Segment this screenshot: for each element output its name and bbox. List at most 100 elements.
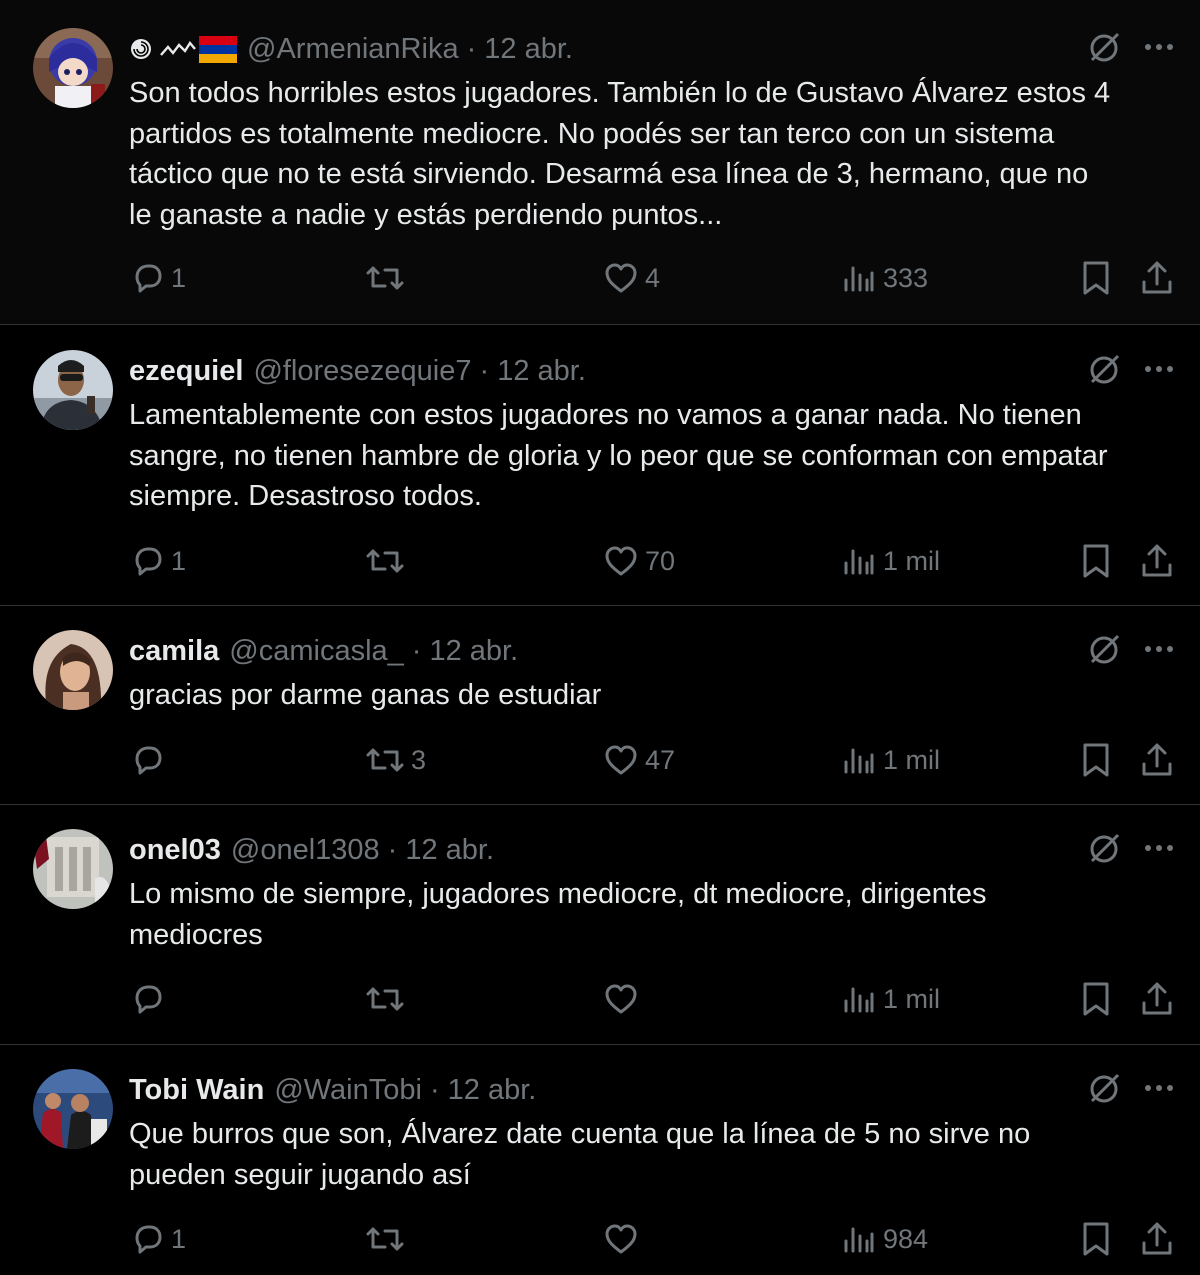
tweet[interactable]: ezequiel @floresezequie7 · 12 abr. Lamen… <box>0 325 1200 606</box>
grok-icon[interactable] <box>1088 831 1122 865</box>
avatar[interactable] <box>33 829 113 909</box>
more-icon[interactable] <box>1144 43 1174 51</box>
like-button[interactable]: 47 <box>603 740 675 780</box>
reply-count: 1 <box>171 1223 187 1254</box>
reply-count: 1 <box>171 262 187 293</box>
retweet-icon <box>366 1227 404 1251</box>
reply-icon <box>135 1225 162 1254</box>
timestamp[interactable]: 12 abr. <box>484 30 573 68</box>
share-button[interactable] <box>1140 1219 1174 1259</box>
retweet-button[interactable] <box>365 541 411 581</box>
separator-dot: · <box>466 33 477 65</box>
separator-dot: · <box>479 355 490 387</box>
view-count: 1 mil <box>883 983 941 1014</box>
retweet-button[interactable] <box>365 979 411 1019</box>
tweet-text: Lamentablemente con estos jugadores no v… <box>129 399 1108 512</box>
views-icon <box>844 1227 874 1253</box>
heart-icon <box>605 1224 637 1254</box>
views-button[interactable]: 1 mil <box>841 541 940 581</box>
like-button[interactable] <box>603 1219 645 1259</box>
reply-button[interactable] <box>129 740 171 780</box>
retweet-count: 3 <box>411 744 427 775</box>
avatar[interactable] <box>33 630 113 710</box>
reply-icon <box>135 547 162 576</box>
display-name[interactable]: Tobi Wain <box>129 1071 264 1109</box>
heart-icon <box>605 984 637 1014</box>
tweet-header: ezequiel @floresezequie7 · 12 abr. <box>129 352 586 390</box>
avatar[interactable] <box>33 350 113 430</box>
tweet-actions: 3 47 1 mil <box>129 740 1174 780</box>
share-button[interactable] <box>1140 541 1174 581</box>
tweet-actions: 1 4 333 <box>129 258 1174 298</box>
bookmark-button[interactable] <box>1080 1219 1112 1259</box>
tweet-top-icons <box>1088 1071 1174 1105</box>
retweet-icon <box>366 549 404 573</box>
bookmark-button[interactable] <box>1080 541 1112 581</box>
display-name[interactable]: camila <box>129 632 219 670</box>
share-icon <box>1142 743 1172 776</box>
like-button[interactable]: 70 <box>603 541 675 581</box>
grok-icon[interactable] <box>1088 1071 1122 1105</box>
separator-dot: · <box>387 834 398 866</box>
heart-icon <box>605 745 637 775</box>
view-count: 333 <box>883 262 929 293</box>
retweet-icon <box>366 987 404 1011</box>
timestamp[interactable]: 12 abr. <box>448 1071 537 1109</box>
more-icon[interactable] <box>1144 365 1174 373</box>
like-button[interactable] <box>603 979 645 1019</box>
views-button[interactable]: 1 mil <box>841 979 940 1019</box>
bookmark-button[interactable] <box>1080 258 1112 298</box>
like-button[interactable]: 4 <box>603 258 660 298</box>
reply-icon <box>135 746 162 775</box>
timestamp[interactable]: 12 abr. <box>497 352 586 390</box>
bookmark-button[interactable] <box>1080 740 1112 780</box>
more-icon[interactable] <box>1144 1084 1174 1092</box>
share-icon <box>1142 544 1172 577</box>
views-button[interactable]: 1 mil <box>841 740 940 780</box>
more-icon[interactable] <box>1144 844 1174 852</box>
tweet[interactable]: camila @camicasla_ · 12 abr. gracias por… <box>0 606 1200 805</box>
tweet[interactable]: Tobi Wain @WainTobi · 12 abr. Que burros… <box>0 1045 1200 1275</box>
views-button[interactable]: 984 <box>841 1219 928 1259</box>
retweet-button[interactable] <box>365 1219 411 1259</box>
timestamp[interactable]: 12 abr. <box>429 632 518 670</box>
retweet-button[interactable] <box>365 258 411 298</box>
user-handle[interactable]: @onel1308 <box>231 831 380 869</box>
grok-icon[interactable] <box>1088 352 1122 386</box>
tweet-text: Que burros que son, Álvarez date cuenta … <box>129 1118 1031 1191</box>
more-icon[interactable] <box>1144 645 1174 653</box>
share-button[interactable] <box>1140 258 1174 298</box>
user-handle[interactable]: @floresezequie7 <box>253 352 471 390</box>
tweet[interactable]: @ArmenianRika · 12 abr. Son todos horrib… <box>0 0 1200 325</box>
tweet[interactable]: onel03 @onel1308 · 12 abr. Lo mismo de s… <box>0 805 1200 1045</box>
spiral-icon <box>131 39 151 59</box>
bookmark-icon <box>1083 1222 1109 1256</box>
heart-icon <box>605 546 637 576</box>
avatar[interactable] <box>33 1069 113 1149</box>
tweet-actions: 1 mil <box>129 979 1174 1019</box>
bookmark-button[interactable] <box>1080 979 1112 1019</box>
reply-button[interactable]: 1 <box>129 1219 186 1259</box>
share-button[interactable] <box>1140 979 1174 1019</box>
tweet-text: Son todos horribles estos jugadores. Tam… <box>129 77 1111 231</box>
reply-button[interactable]: 1 <box>129 258 186 298</box>
bookmark-icon <box>1083 544 1109 578</box>
share-button[interactable] <box>1140 740 1174 780</box>
display-name[interactable]: onel03 <box>129 831 221 869</box>
reply-button[interactable] <box>129 979 171 1019</box>
view-count: 1 mil <box>883 545 941 576</box>
reply-feed: @ArmenianRika · 12 abr. Son todos horrib… <box>0 0 1200 1275</box>
display-name[interactable]: ezequiel <box>129 352 243 390</box>
user-handle[interactable]: @ArmenianRika <box>247 30 459 68</box>
user-handle[interactable]: @camicasla_ <box>229 632 404 670</box>
user-handle[interactable]: @WainTobi <box>274 1071 422 1109</box>
reply-button[interactable]: 1 <box>129 541 186 581</box>
timestamp[interactable]: 12 abr. <box>405 831 494 869</box>
views-icon <box>844 987 874 1013</box>
retweet-button[interactable]: 3 <box>365 740 426 780</box>
avatar[interactable] <box>33 28 113 108</box>
grok-icon[interactable] <box>1088 632 1122 666</box>
reply-count: 1 <box>171 545 187 576</box>
views-button[interactable]: 333 <box>841 258 928 298</box>
grok-icon[interactable] <box>1088 30 1122 64</box>
